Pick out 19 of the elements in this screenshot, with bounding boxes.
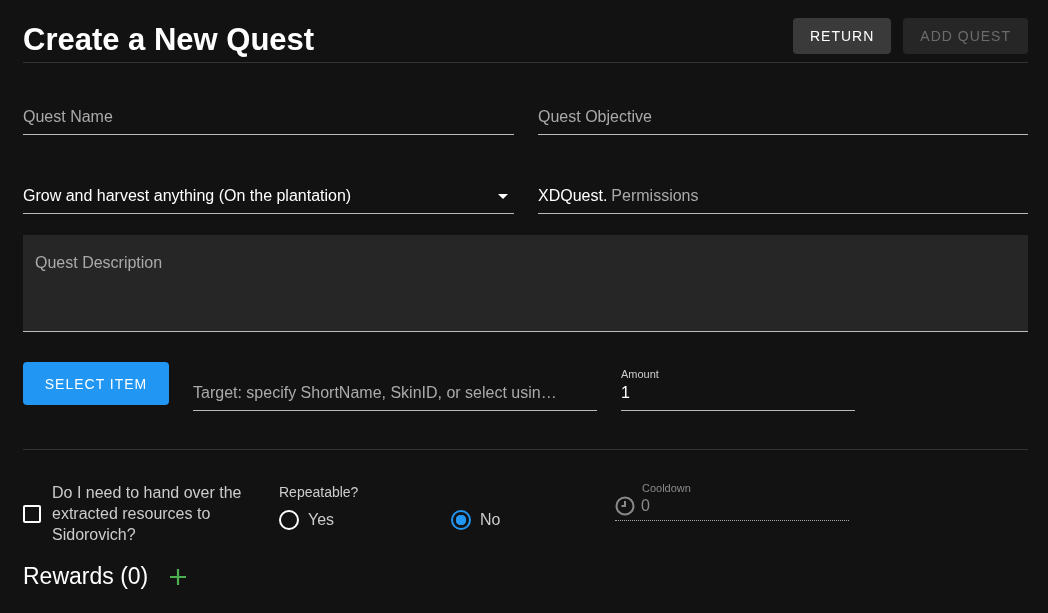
target-field[interactable]: Target: specify ShortName, SkinID, or select usin… bbox=[193, 364, 597, 411]
header-button[interactable]: RETURN bbox=[792, 18, 892, 54]
add-icon[interactable] bbox=[170, 568, 187, 585]
clock-icon bbox=[615, 496, 635, 516]
repeatable-label: Repeatable? bbox=[279, 484, 360, 500]
quest-description-field[interactable]: Quest Description bbox=[23, 235, 1028, 332]
quest-name-field[interactable]: Quest Name bbox=[23, 102, 514, 135]
checkbox-label: Do I need to hand over the extracted resources to Sidorovich? bbox=[52, 483, 243, 545]
page-title: Create a New Quest bbox=[23, 21, 315, 58]
permission-field[interactable]: XDQuest. Permissions bbox=[538, 181, 1028, 214]
quest-objective-field[interactable]: Quest Objective bbox=[538, 102, 1028, 135]
radio-label: Yes bbox=[308, 511, 335, 529]
amount-field[interactable]: Amount 1 bbox=[621, 362, 855, 411]
radio-label: No bbox=[480, 511, 501, 529]
quest-type-dropdown[interactable]: Grow and harvest anything (On the plantation) bbox=[23, 181, 514, 214]
dropdown-caret-icon bbox=[498, 193, 508, 199]
radio-button[interactable] bbox=[451, 510, 471, 530]
rewards-title: Rewards (0) bbox=[23, 563, 149, 591]
checkbox[interactable] bbox=[23, 505, 41, 524]
